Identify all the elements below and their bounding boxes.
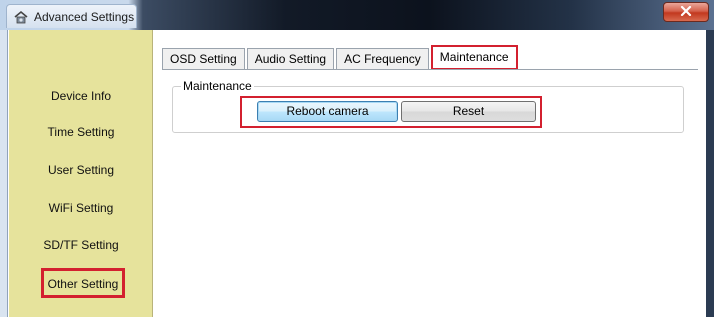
sidebar-item-device-info[interactable]: Device Info <box>9 88 153 104</box>
camera-house-icon <box>11 8 31 26</box>
close-button[interactable] <box>663 2 709 22</box>
sidebar-item-other-setting[interactable]: Other Setting <box>41 268 125 298</box>
reboot-camera-button[interactable]: Reboot camera <box>257 101 398 122</box>
sidebar-item-wifi-setting[interactable]: WiFi Setting <box>9 200 153 216</box>
groupbox-title: Maintenance <box>181 79 254 93</box>
sidebar-item-time-setting[interactable]: Time Setting <box>9 124 153 140</box>
tab-audio-setting[interactable]: Audio Setting <box>246 48 335 70</box>
sidebar: Device Info Time Setting User Setting Wi… <box>9 30 153 317</box>
window-frame-right <box>706 30 714 317</box>
tab-ac-frequency[interactable]: AC Frequency <box>336 48 429 70</box>
title-bar[interactable]: Advanced Settings <box>0 0 714 30</box>
tab-divider <box>162 69 698 70</box>
window-title: Advanced Settings <box>34 9 135 24</box>
reset-button[interactable]: Reset <box>401 101 536 122</box>
sidebar-item-sd-tf-setting[interactable]: SD/TF Setting <box>9 237 153 253</box>
content-panel: OSD Setting Audio Setting AC Frequency M… <box>154 30 706 317</box>
maintenance-buttons-highlight: Reboot camera Reset <box>240 96 542 128</box>
close-icon <box>680 5 692 19</box>
tab-osd-setting[interactable]: OSD Setting <box>162 48 245 70</box>
window-frame-left <box>0 30 8 317</box>
sidebar-item-user-setting[interactable]: User Setting <box>9 162 153 178</box>
tab-maintenance[interactable]: Maintenance <box>430 45 518 70</box>
window-title-tab: Advanced Settings <box>6 4 137 28</box>
tab-strip: OSD Setting Audio Setting AC Frequency M… <box>162 45 520 70</box>
